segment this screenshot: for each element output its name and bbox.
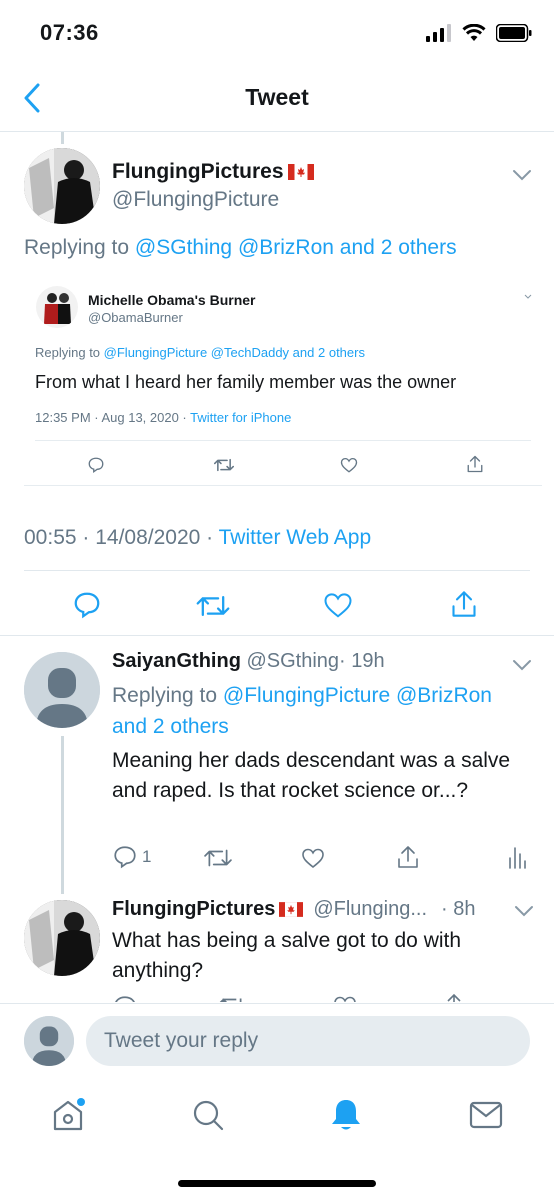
page-title: Tweet [245, 84, 309, 110]
quoted-avatar [36, 286, 78, 328]
signal-icon [426, 24, 451, 42]
retweet-icon[interactable] [218, 994, 246, 1002]
avatar[interactable] [24, 900, 100, 976]
like-icon [340, 457, 358, 473]
default-avatar-icon [24, 652, 100, 728]
messages-icon [469, 1101, 503, 1129]
retweet-icon[interactable] [204, 846, 232, 870]
quoted-divider [35, 440, 531, 441]
wifi-icon [462, 24, 486, 41]
tweet-actions [0, 584, 554, 628]
default-avatar-icon [24, 1016, 74, 1066]
quoted-author-handle: @ObamaBurner [88, 310, 183, 325]
tweet-age: · 8h [441, 898, 476, 920]
reply-tweet[interactable]: FlungingPictures @Flunging... · 8h What … [0, 890, 554, 1002]
embedded-tweet-image[interactable]: Michelle Obama's Burner @ObamaBurner Rep… [24, 280, 542, 486]
divider [24, 570, 530, 571]
battery-icon [496, 24, 532, 42]
nav-bar: Tweet [0, 70, 554, 132]
reply-count: 1 [142, 847, 152, 866]
tweet-source-link[interactable]: Twitter Web App [219, 526, 372, 549]
reply-icon[interactable] [72, 590, 102, 620]
status-time: 07:36 [40, 20, 99, 45]
section-divider [0, 635, 554, 636]
compose-bar: Tweet your reply [0, 1003, 554, 1073]
tweet-text: What has being a salve got to do with an… [112, 929, 462, 982]
notifications-icon [332, 1100, 360, 1130]
home-icon [53, 1098, 85, 1131]
chevron-down-icon[interactable] [512, 168, 532, 182]
reply-header: FlungingPictures @Flunging... · 8h [112, 898, 476, 921]
avatar-photo [24, 900, 100, 976]
tab-search[interactable] [188, 1095, 228, 1135]
share-icon[interactable] [450, 588, 478, 620]
tab-notifications[interactable] [326, 1095, 366, 1135]
avatar[interactable] [24, 652, 100, 728]
author-handle: @Flunging... [313, 898, 428, 920]
replying-to: Replying to @SGthing @BrizRon and 2 othe… [24, 236, 457, 259]
reply-icon [88, 457, 104, 474]
quoted-avatar-photo [36, 286, 78, 328]
avatar[interactable] [24, 148, 100, 224]
quoted-tweet-meta: 12:35 PM · Aug 13, 2020 · Twitter for iP… [35, 410, 292, 425]
retweet-icon[interactable] [196, 592, 230, 620]
status-bar: 07:36 [0, 0, 554, 70]
share-icon[interactable] [396, 844, 420, 870]
quoted-tweet-text: From what I heard her family member was … [35, 372, 457, 392]
thread-line-top [61, 132, 64, 144]
replying-users-link[interactable]: @FlungingPicture @BrizRon [223, 684, 492, 707]
tweet-timestamp: 00:55 · 14/08/2020 · Twitter Web App [24, 526, 372, 549]
quoted-author-name: Michelle Obama's Burner [88, 292, 256, 308]
tweet-text: Meaning her dads descendant was a salve … [112, 749, 511, 802]
avatar-photo [24, 148, 100, 224]
reply-header: SaiyanGthing @SGthing· 19h [112, 650, 385, 673]
tweet-age: · 19h [339, 650, 385, 672]
author-handle[interactable]: @FlungingPicture [112, 188, 279, 212]
replying-users-link[interactable]: @SGthing @BrizRon [135, 236, 334, 259]
reply-icon [114, 846, 136, 869]
my-avatar[interactable] [24, 1016, 74, 1066]
retweet-icon [214, 458, 234, 472]
tweet-actions: 1 [0, 840, 554, 876]
author-name[interactable]: FlungingPictures [112, 898, 275, 921]
share-icon[interactable] [442, 992, 466, 1002]
home-indicator [178, 1180, 376, 1187]
reply-input[interactable]: Tweet your reply [86, 1016, 530, 1066]
like-icon[interactable] [322, 590, 354, 620]
reply-icon[interactable] [112, 994, 138, 1002]
reply-button[interactable]: 1 [112, 844, 151, 870]
search-icon [193, 1100, 224, 1131]
tab-messages[interactable] [466, 1095, 506, 1135]
share-icon [467, 455, 483, 473]
chevron-down-icon[interactable] [514, 904, 534, 918]
quoted-replying-to: Replying to @FlungingPicture @TechDaddy … [35, 345, 365, 360]
tab-home[interactable] [48, 1095, 88, 1135]
like-icon[interactable] [300, 846, 326, 870]
quoted-chevron-icon [524, 294, 532, 299]
chevron-down-icon[interactable] [512, 658, 532, 672]
replying-to: Replying to @FlungingPicture @BrizRon an… [112, 684, 492, 738]
canada-flag-icon [287, 164, 314, 180]
author-name[interactable]: SaiyanGthing [112, 650, 241, 672]
status-icons [426, 24, 532, 42]
analytics-icon[interactable] [508, 846, 526, 870]
replying-others-link[interactable]: 2 others [153, 715, 229, 738]
quoted-actions [24, 448, 542, 478]
canada-flag-icon [279, 902, 304, 917]
like-icon[interactable] [332, 994, 358, 1002]
author-handle: @SGthing [246, 650, 340, 672]
author-name[interactable]: FlungingPictures [112, 160, 314, 184]
replying-others-link[interactable]: 2 others [381, 236, 457, 259]
